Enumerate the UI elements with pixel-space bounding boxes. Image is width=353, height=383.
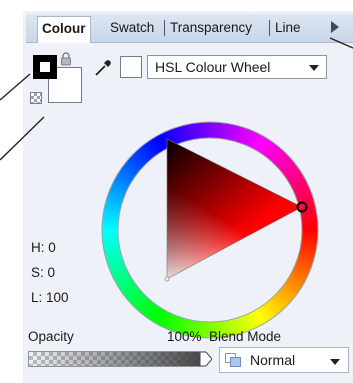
tab-line[interactable]: Line [275,16,301,40]
picked-colour-swatch[interactable] [120,56,142,78]
eyedropper-icon[interactable] [94,59,112,77]
tab-colour[interactable]: Colour [37,16,91,43]
lock-icon[interactable] [60,52,72,66]
tab-swatch[interactable]: Swatch [110,16,154,40]
blend-mode-dropdown[interactable]: Normal [219,347,349,373]
saturation-readout: S: 0 [31,265,56,280]
blend-mode-icon [225,353,241,367]
chevron-down-icon [309,65,319,71]
tab-scroll-arrow-icon[interactable] [331,21,339,33]
tab-bar: Colour Swatch Transparency Line [26,14,353,43]
colour-marker[interactable] [164,276,170,282]
opacity-slider[interactable] [28,351,206,367]
hsl-colour-wheel[interactable] [95,115,325,345]
colour-mode-label: HSL Colour Wheel [155,59,271,75]
blend-mode-value: Normal [250,352,296,368]
chevron-down-icon [330,359,340,365]
primary-colour-swatch-inner [40,62,50,72]
tab-transparency[interactable]: Transparency [170,16,252,40]
opacity-label: Opacity [28,329,74,344]
opacity-value: 100% [167,329,202,344]
transparency-toggle-icon[interactable] [30,92,42,104]
blend-mode-label: Blend Mode [209,329,282,344]
lightness-readout: L: 100 [31,290,69,305]
opacity-slider-thumb[interactable] [200,352,212,366]
tab-separator [164,20,165,36]
hue-readout: H: 0 [31,240,56,255]
tab-separator [269,20,270,36]
colour-mode-dropdown[interactable]: HSL Colour Wheel [147,55,327,79]
primary-colour-swatch[interactable] [33,55,57,79]
